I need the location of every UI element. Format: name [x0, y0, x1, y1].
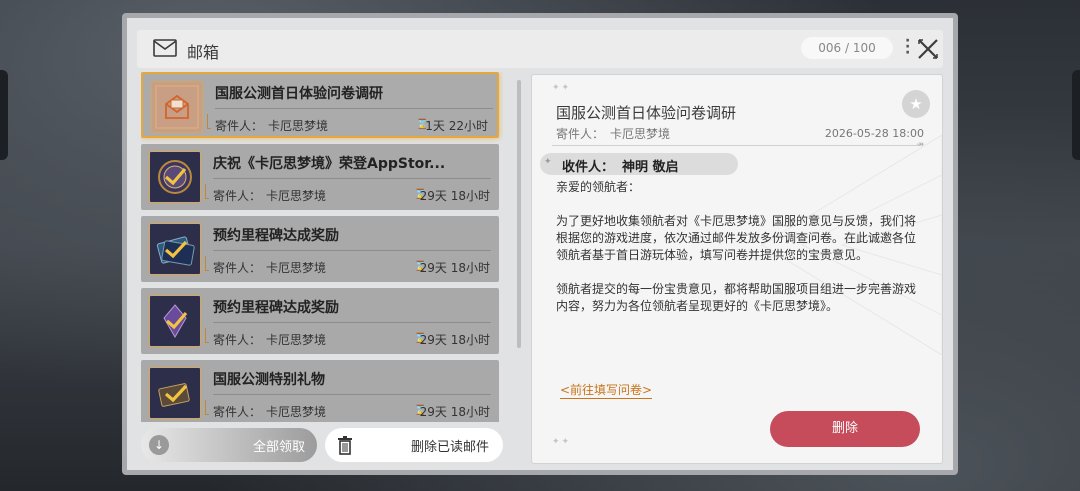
- mail-icon: [153, 39, 177, 57]
- sparkle-icon: ✦: [544, 157, 552, 167]
- reward-emblem-icon: [158, 160, 192, 194]
- item-corner-deco: [207, 114, 211, 129]
- survey-link[interactable]: <前往填写问卷>: [560, 381, 653, 399]
- claim-all-label: 全部领取: [252, 440, 305, 455]
- left-edge-decoration: [0, 70, 8, 160]
- mail-list-scrollbar[interactable]: [517, 80, 521, 348]
- right-edge-decoration: [1072, 70, 1080, 160]
- mail-item-expiry: 1天 22小时: [425, 119, 488, 133]
- mail-item-sender: 卡厄思梦境: [266, 333, 327, 347]
- delete-read-button[interactable]: 删除已读邮件: [325, 428, 503, 462]
- mail-item[interactable]: 庆祝《卡厄思梦境》荣登AppStor... 寄件人： 卡厄思梦境 ⌛ 29天 1…: [141, 144, 499, 210]
- item-corner-deco: [205, 400, 209, 415]
- recipient-bar: ✦ 收件人： 神明 敬启: [540, 153, 738, 175]
- divider: [213, 178, 491, 179]
- mail-thumbnail: [149, 223, 201, 275]
- mail-item[interactable]: 预约里程碑达成奖励 寄件人： 卡厄思梦境 ⌛ 29天 18小时: [141, 216, 499, 282]
- mail-thumbnail: [149, 367, 201, 419]
- mail-item-sender-label: 寄件人：: [213, 405, 262, 419]
- mail-item[interactable]: 预约里程碑达成奖励 寄件人： 卡厄思梦境 ⌛ 29天 18小时: [141, 288, 499, 354]
- mail-item-title: 国服公测首日体验问卷调研: [215, 86, 383, 102]
- detail-date: 2026-05-28 18:00: [824, 127, 924, 140]
- mail-item-sender-label: 寄件人：: [213, 333, 262, 347]
- mail-item-expiry: 29天 18小时: [419, 405, 490, 419]
- mail-item-sender-label: 寄件人：: [213, 261, 262, 275]
- reward-gift-icon: [158, 383, 190, 407]
- close-button[interactable]: [917, 38, 939, 60]
- divider: [552, 145, 920, 146]
- mail-body-text: 亲爱的领航者： 为了更好地收集领航者对《卡厄思梦境》国服的意见与反馈，我们将根据…: [556, 180, 917, 313]
- reward-crystal-icon: [163, 304, 188, 338]
- star-button[interactable]: ★: [902, 90, 930, 118]
- detail-sender-label: 寄件人：: [556, 127, 605, 141]
- mail-item-sender-label: 寄件人：: [215, 119, 264, 133]
- mail-item[interactable]: 国服公测首日体验问卷调研 寄件人： 卡厄思梦境 ⌛ 1天 22小时: [141, 72, 499, 138]
- star-icon: ★: [909, 95, 923, 113]
- claim-all-button[interactable]: ↓ 全部领取: [141, 428, 317, 462]
- mail-count-badge: 006 / 100: [801, 37, 893, 59]
- recipient-label: 收件人：: [562, 160, 615, 175]
- double-arrow-icon: ↠: [916, 140, 924, 150]
- mail-thumbnail: [149, 295, 201, 347]
- mail-item-title: 国服公测特别礼物: [213, 372, 325, 388]
- divider: [213, 394, 491, 395]
- trash-icon: [338, 436, 352, 455]
- mail-thumbnail: [149, 151, 201, 203]
- download-arrow-icon: ↓: [149, 435, 169, 455]
- mail-item-expiry: 29天 18小时: [419, 333, 490, 347]
- divider: [213, 250, 491, 251]
- mailbox-title: 邮箱: [187, 43, 220, 62]
- mail-item-sender: 卡厄思梦境: [266, 189, 327, 203]
- mail-item-sender: 卡厄思梦境: [266, 261, 327, 275]
- mail-item-sender: 卡厄思梦境: [268, 119, 329, 133]
- item-corner-deco: [205, 328, 209, 343]
- mailbox-window: 邮箱 006 / 100 · · · 国服公测首日体验问卷调研 寄件人： 卡厄思梦境: [122, 13, 958, 475]
- delete-read-label: 删除已读邮件: [410, 440, 489, 455]
- recipient-name: 神明 敬启: [622, 160, 679, 175]
- mail-item-sender: 卡厄思梦境: [266, 405, 327, 419]
- mail-item-expiry: 29天 18小时: [419, 189, 490, 203]
- mail-list: 国服公测首日体验问卷调研 寄件人： 卡厄思梦境 ⌛ 1天 22小时 庆祝《卡厄思…: [141, 72, 503, 422]
- sparkle-decoration: ✦✦: [552, 437, 572, 447]
- mail-item-expiry: 29天 18小时: [419, 261, 490, 275]
- mail-item[interactable]: 国服公测特别礼物 寄件人： 卡厄思梦境 ⌛ 29天 18小时: [141, 360, 499, 422]
- item-corner-deco: [205, 256, 209, 271]
- detail-title: 国服公测首日体验问卷调研: [556, 104, 737, 122]
- mail-item-sender-label: 寄件人：: [213, 189, 262, 203]
- delete-button[interactable]: 删除: [770, 411, 920, 447]
- detail-sender: 卡厄思梦境: [610, 127, 671, 141]
- reward-card-icon: [156, 236, 195, 266]
- more-dots-icon[interactable]: · · ·: [905, 34, 911, 60]
- item-corner-deco: [205, 184, 209, 199]
- divider: [215, 108, 493, 109]
- mail-item-title: 庆祝《卡厄思梦境》荣登AppStor...: [213, 156, 446, 172]
- mail-item-title: 预约里程碑达成奖励: [213, 228, 339, 244]
- sparkle-decoration: ✦✦: [552, 83, 572, 93]
- mailbox-header: 邮箱 006 / 100 · · ·: [137, 30, 943, 68]
- divider: [213, 322, 491, 323]
- mail-item-title: 预约里程碑达成奖励: [213, 300, 339, 316]
- envelope-icon: [155, 85, 199, 129]
- mail-thumbnail: [151, 81, 203, 133]
- mail-detail-panel: ✦✦ 国服公测首日体验问卷调研 寄件人： 卡厄思梦境 2026-05-28 18…: [531, 74, 943, 464]
